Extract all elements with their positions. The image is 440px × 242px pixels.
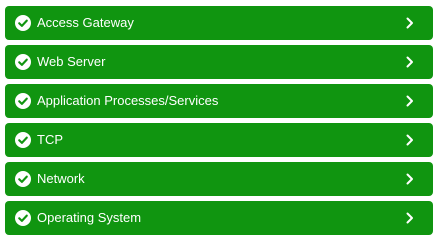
- check-circle-icon: [15, 15, 31, 31]
- chevron-right-icon[interactable]: [404, 212, 416, 224]
- check-circle-icon: [15, 132, 31, 148]
- status-row-label: Access Gateway: [37, 15, 134, 30]
- chevron-right-icon[interactable]: [404, 95, 416, 107]
- check-circle-icon: [15, 171, 31, 187]
- status-row-web-server[interactable]: Web Server: [5, 45, 433, 79]
- chevron-right-icon[interactable]: [404, 17, 416, 29]
- status-row-label: Web Server: [37, 54, 106, 69]
- status-row-access-gateway[interactable]: Access Gateway: [5, 6, 433, 40]
- check-circle-icon: [15, 93, 31, 109]
- status-row-label: Operating System: [37, 210, 142, 225]
- check-circle-icon: [15, 54, 31, 70]
- status-row-network[interactable]: Network: [5, 162, 433, 196]
- status-row-tcp[interactable]: TCP: [5, 123, 433, 157]
- chevron-right-icon[interactable]: [404, 173, 416, 185]
- status-row-application-processes-services[interactable]: Application Processes/Services: [5, 84, 433, 118]
- chevron-right-icon[interactable]: [404, 56, 416, 68]
- check-circle-icon: [15, 210, 31, 226]
- status-row-label: Application Processes/Services: [37, 93, 219, 108]
- status-row-operating-system[interactable]: Operating System: [5, 201, 433, 235]
- status-row-label: Network: [37, 171, 85, 186]
- chevron-right-icon[interactable]: [404, 134, 416, 146]
- status-row-label: TCP: [37, 132, 63, 147]
- status-list: Access Gateway Web Server Application Pr…: [0, 0, 440, 242]
